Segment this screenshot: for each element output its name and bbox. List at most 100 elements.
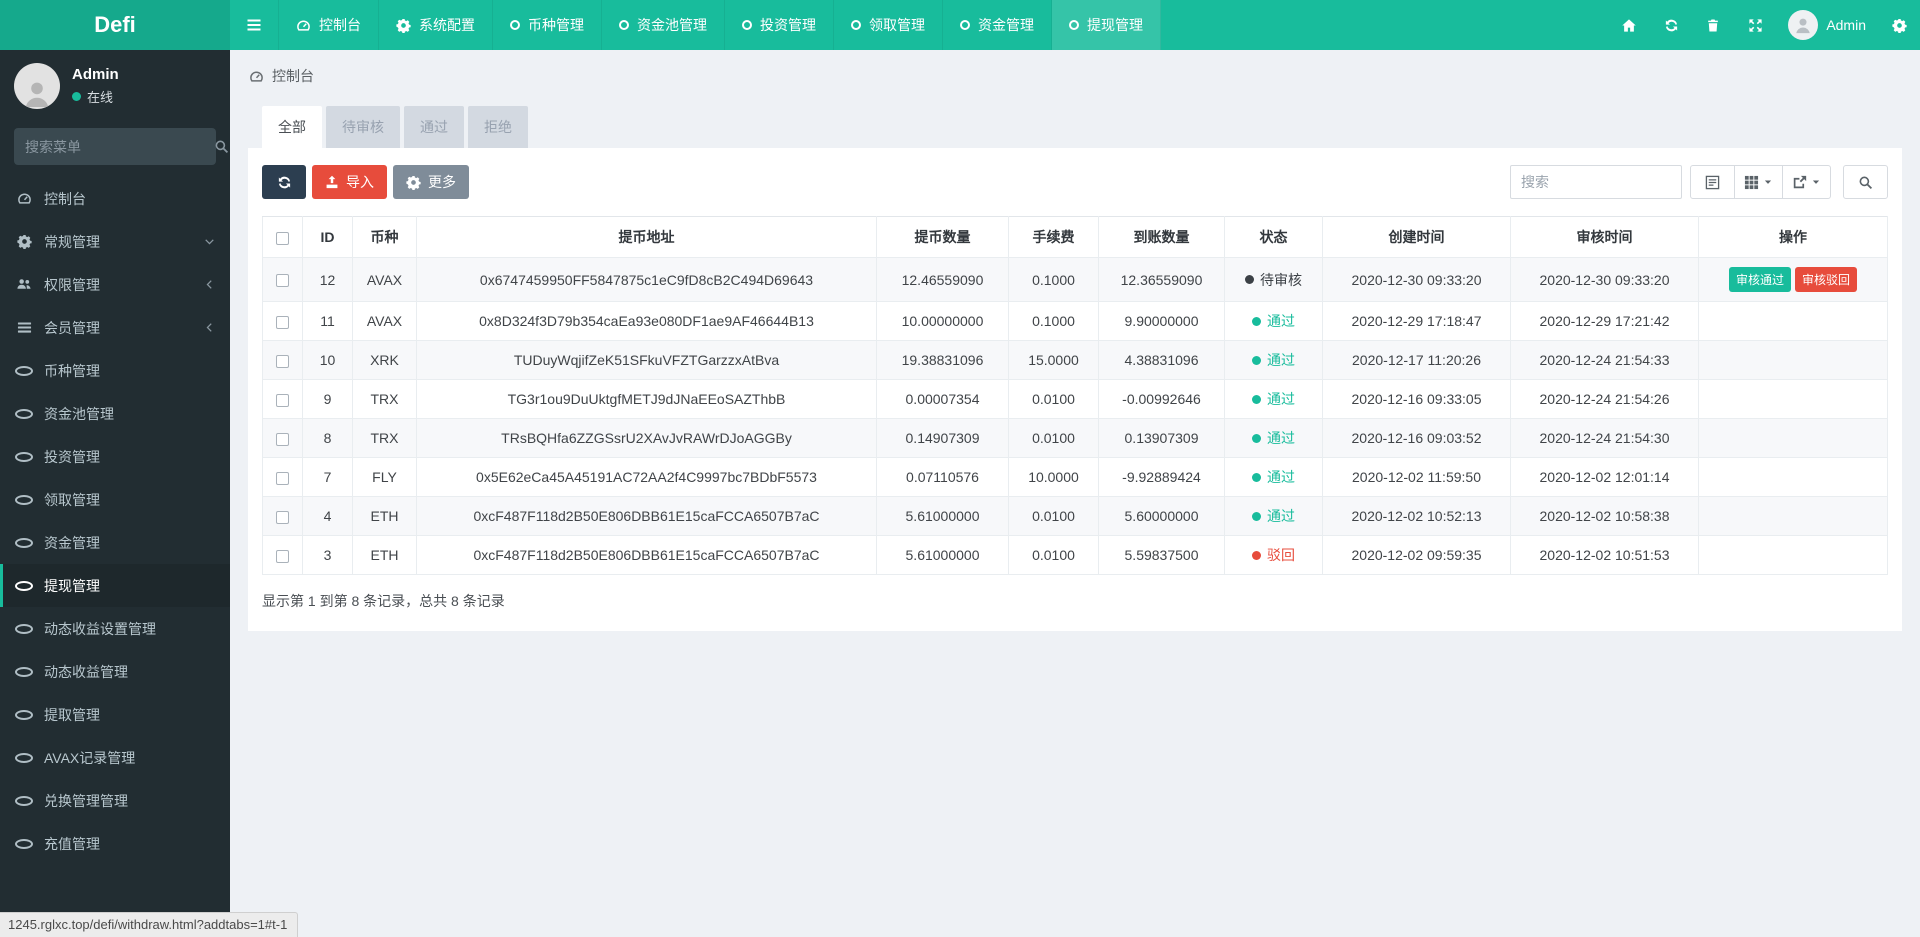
circle-o-icon — [15, 666, 33, 677]
row-checkbox[interactable] — [276, 354, 289, 368]
status-badge[interactable]: 通过 — [1252, 506, 1295, 526]
home-button[interactable] — [1608, 0, 1650, 50]
sidebar-item-dynamic-setting[interactable]: 动态收益设置管理 — [0, 607, 230, 650]
row-checkbox[interactable] — [276, 432, 289, 446]
reject-button[interactable]: 审核驳回 — [1795, 267, 1858, 292]
status-dot-icon — [1245, 275, 1254, 284]
column-header[interactable]: 创建时间 — [1322, 216, 1511, 258]
search-toggle-button[interactable] — [1843, 165, 1888, 199]
sidebar-item-label: 领取管理 — [44, 491, 100, 508]
row-reviewed: 2020-12-29 17:21:42 — [1510, 301, 1699, 341]
status-badge[interactable]: 通过 — [1252, 389, 1295, 409]
select-all-checkbox[interactable] — [276, 231, 289, 245]
row-coin: AVAX — [352, 301, 417, 341]
sidebar-item-extract[interactable]: 提取管理 — [0, 693, 230, 736]
import-button[interactable]: 导入 — [312, 165, 387, 199]
caret-down-icon — [1763, 177, 1773, 187]
export-button[interactable] — [1782, 165, 1831, 199]
column-header[interactable]: 审核时间 — [1510, 216, 1699, 258]
circle-o-icon — [15, 365, 33, 376]
admin-menu[interactable]: Admin — [1776, 0, 1878, 50]
sidebar-item-exchange[interactable]: 兑换管理管理 — [0, 779, 230, 822]
row-id: 8 — [302, 418, 353, 458]
tab-pending[interactable]: 待审核 — [326, 106, 400, 148]
row-checkbox[interactable] — [276, 471, 289, 485]
nav-item-dashboard[interactable]: 控制台 — [279, 0, 379, 50]
search-icon[interactable] — [214, 139, 229, 154]
column-header[interactable]: 提币数量 — [876, 216, 1009, 258]
row-checkbox[interactable] — [276, 510, 289, 524]
nav-item-label: 系统配置 — [419, 17, 475, 33]
sidebar-item-label: 资金池管理 — [44, 405, 114, 422]
sidebar-item-label: AVAX记录管理 — [44, 749, 136, 766]
status-badge[interactable]: 通过 — [1252, 311, 1295, 331]
sidebar-item-funds[interactable]: 资金管理 — [0, 521, 230, 564]
row-amount: 12.46559090 — [876, 257, 1009, 302]
nav-item-pool[interactable]: 资金池管理 — [602, 0, 725, 50]
status-badge[interactable]: 通过 — [1252, 428, 1295, 448]
sidebar-item-avax-record[interactable]: AVAX记录管理 — [0, 736, 230, 779]
approve-button[interactable]: 审核通过 — [1728, 267, 1791, 292]
nav-item-coin[interactable]: 币种管理 — [493, 0, 602, 50]
refresh-page-button[interactable] — [1650, 0, 1692, 50]
sidebar-item-general[interactable]: 常规管理 — [0, 220, 230, 263]
sidebar-item-auth[interactable]: 权限管理 — [0, 263, 230, 306]
sidebar-item-coin[interactable]: 币种管理 — [0, 349, 230, 392]
column-header[interactable]: 提币地址 — [416, 216, 877, 258]
column-header[interactable]: 币种 — [352, 216, 417, 258]
row-status: 通过 — [1224, 457, 1323, 497]
sidebar-item-receive[interactable]: 领取管理 — [0, 478, 230, 521]
nav-item-invest[interactable]: 投资管理 — [725, 0, 834, 50]
row-checkbox[interactable] — [276, 274, 289, 288]
column-header[interactable]: 到账数量 — [1098, 216, 1225, 258]
sidebar-item-recharge[interactable]: 充值管理 — [0, 822, 230, 865]
tab-passed[interactable]: 通过 — [404, 106, 464, 148]
breadcrumb-label: 控制台 — [272, 68, 314, 84]
row-fee: 0.0100 — [1008, 496, 1099, 536]
row-actions — [1698, 301, 1888, 341]
sidebar-item-withdraw[interactable]: 提现管理 — [0, 564, 230, 607]
column-header[interactable]: 手续费 — [1008, 216, 1099, 258]
row-checkbox[interactable] — [276, 549, 289, 563]
table-row: 11 AVAX 0x8D324f3D79b354caEa93e080DF1ae9AF… — [262, 301, 1888, 341]
tab-all[interactable]: 全部 — [262, 106, 322, 148]
table-search-input[interactable] — [1510, 165, 1682, 199]
row-amount: 10.00000000 — [876, 301, 1009, 341]
row-actions — [1698, 418, 1888, 458]
menu-search-input[interactable] — [25, 138, 206, 155]
sidebar-item-invest[interactable]: 投资管理 — [0, 435, 230, 478]
sidebar-item-dynamic-income[interactable]: 动态收益管理 — [0, 650, 230, 693]
sidebar-item-dashboard[interactable]: 控制台 — [0, 177, 230, 220]
sidebar-item-pool[interactable]: 资金池管理 — [0, 392, 230, 435]
row-reviewed: 2020-12-02 10:58:38 — [1510, 496, 1699, 536]
app-logo[interactable]: Defi — [0, 0, 230, 50]
status-label: 通过 — [1267, 352, 1295, 368]
refresh-table-button[interactable] — [262, 165, 306, 199]
row-checkbox[interactable] — [276, 393, 289, 407]
column-header[interactable]: 操作 — [1698, 216, 1888, 258]
tab-rejected[interactable]: 拒绝 — [468, 106, 528, 148]
status-badge[interactable]: 通过 — [1252, 467, 1295, 487]
circle-o-icon — [15, 752, 33, 763]
status-dot-icon — [1252, 316, 1261, 326]
nav-item-funds[interactable]: 资金管理 — [943, 0, 1052, 50]
sidebar-item-member[interactable]: 会员管理 — [0, 306, 230, 349]
detail-view-button[interactable] — [1690, 165, 1735, 199]
settings-button[interactable] — [1878, 0, 1920, 50]
column-header[interactable]: 状态 — [1224, 216, 1323, 258]
row-checkbox[interactable] — [276, 315, 289, 329]
trash-button[interactable] — [1692, 0, 1734, 50]
column-header[interactable]: ID — [302, 216, 353, 258]
nav-item-receive[interactable]: 领取管理 — [834, 0, 943, 50]
fullscreen-button[interactable] — [1734, 0, 1776, 50]
status-badge[interactable]: 通过 — [1252, 350, 1295, 370]
nav-item-system[interactable]: 系统配置 — [379, 0, 493, 50]
row-created: 2020-12-16 09:03:52 — [1322, 418, 1511, 458]
columns-button[interactable] — [1734, 165, 1783, 199]
sidebar-toggle-button[interactable] — [230, 0, 279, 50]
nav-item-withdraw[interactable]: 提现管理 — [1052, 0, 1161, 50]
sidebar-item-label: 提现管理 — [44, 577, 100, 594]
user-avatar — [14, 63, 60, 109]
sidebar-menu: 控制台 常规管理 权限管理 会员管理 币种管理资金池管理投资管理领取管理资金管理提现管理… — [0, 177, 230, 865]
more-button[interactable]: 更多 — [393, 165, 469, 199]
